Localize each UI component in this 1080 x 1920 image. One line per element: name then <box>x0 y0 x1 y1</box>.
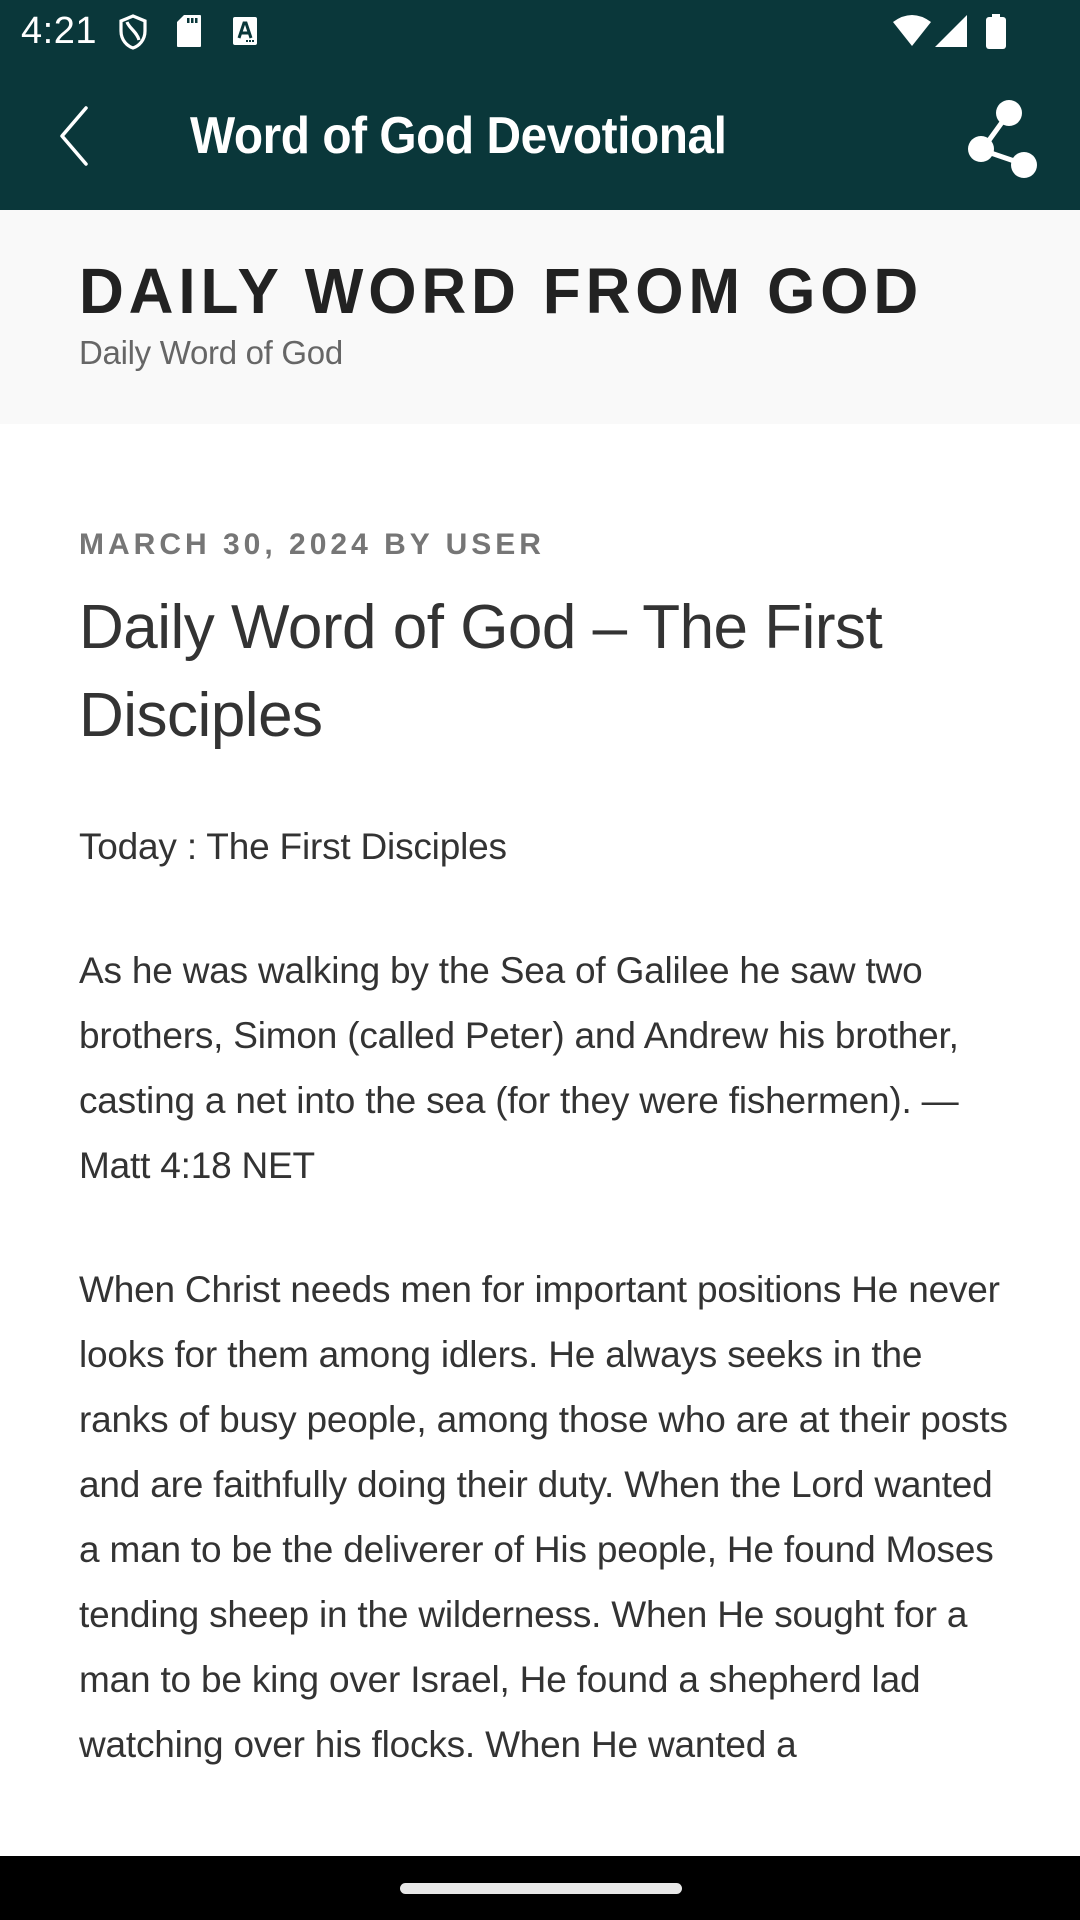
battery-icon <box>986 14 1006 49</box>
share-icon <box>968 100 1037 178</box>
post-title: Daily Word of God – The First Disciples <box>79 593 883 750</box>
toolbar: Word of God Devotional <box>0 64 1080 210</box>
shield-icon <box>119 14 147 50</box>
chevron-left-icon <box>60 106 88 166</box>
back-button[interactable] <box>44 100 104 170</box>
paragraph-devotion: When Christ needs men for important posi… <box>79 1269 1008 1765</box>
app-bar: 4:21 Word of God Devotional <box>0 0 1080 210</box>
share-button[interactable] <box>960 92 1050 182</box>
cell-signal-icon <box>935 15 967 47</box>
post-content: Today : The First Disciples As he was wa… <box>79 814 1019 1836</box>
status-bar: 4:21 <box>0 0 1080 64</box>
site-tagline: Daily Word of God <box>79 334 343 371</box>
paragraph-scripture: As he was walking by the Sea of Galilee … <box>79 950 959 1186</box>
home-gesture-handle[interactable] <box>400 1883 682 1894</box>
post-date-link[interactable]: MARCH 30, 2024 <box>79 528 372 561</box>
wifi-icon <box>893 15 931 46</box>
paragraph-intro: Today : The First Disciples <box>79 826 507 867</box>
site-header: DAILY WORD FROM GOD Daily Word of God <box>0 210 1080 424</box>
site-title[interactable]: DAILY WORD FROM GOD <box>79 254 923 328</box>
post-author-link[interactable]: USER <box>446 528 545 561</box>
sd-card-icon <box>177 15 201 47</box>
status-time: 4:21 <box>21 10 97 52</box>
font-a-icon <box>233 17 257 45</box>
system-nav-bar <box>0 1856 1080 1920</box>
post-meta: MARCH 30, 2024 BY USER <box>79 528 545 562</box>
by-label: BY <box>384 528 434 561</box>
app-title: Word of God Devotional <box>190 107 727 165</box>
